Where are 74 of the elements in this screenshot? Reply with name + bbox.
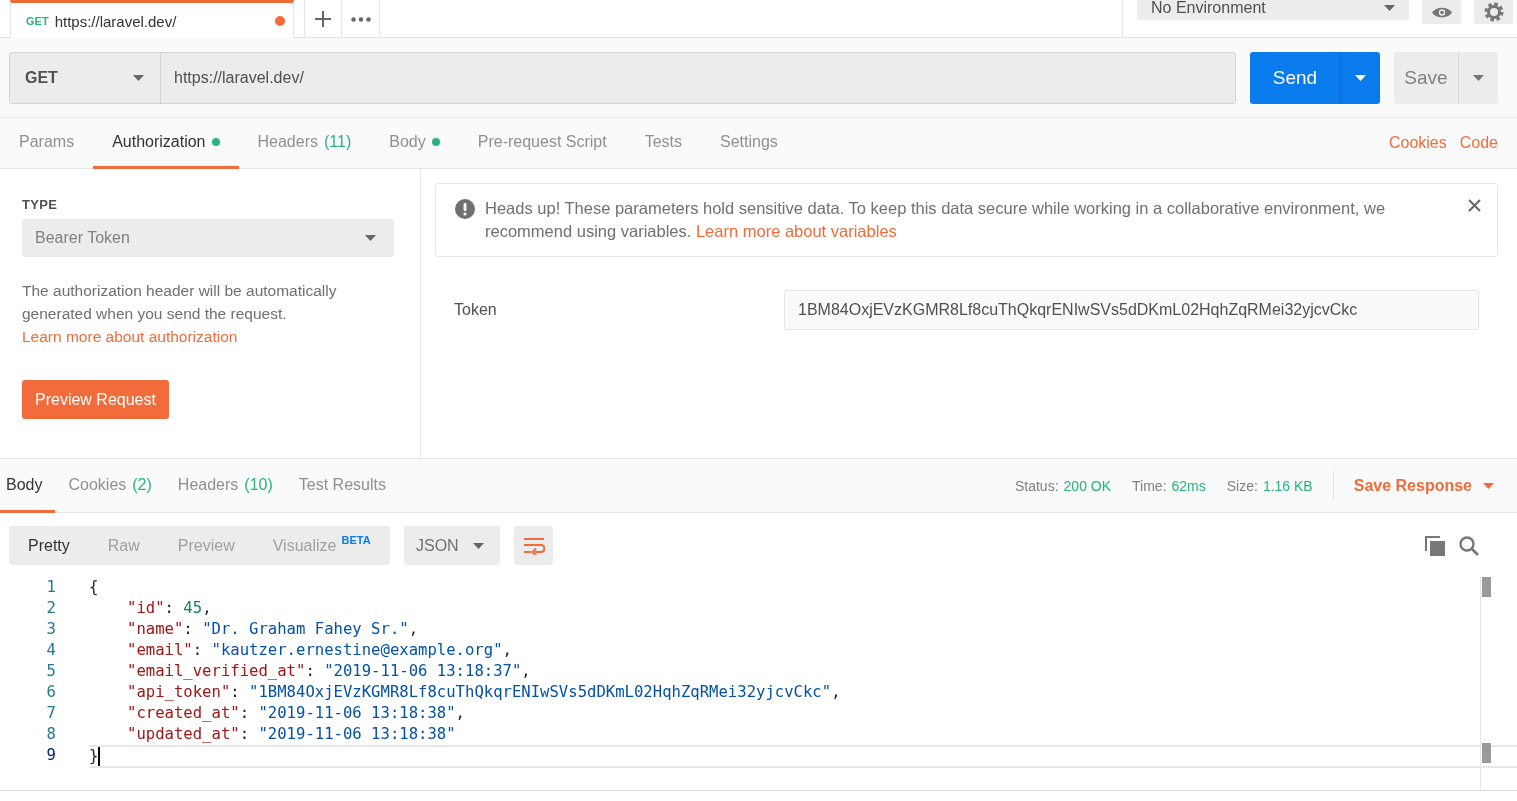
notice-text: Heads up! These parameters hold sensitive data. To keep this data secure while working in a collaborative environment, we recommend using variables. Learn more about variables — [485, 198, 1387, 242]
format-dropdown[interactable]: JSON — [404, 526, 500, 565]
token-label: Token — [454, 301, 498, 319]
line-number: 5 — [45, 661, 56, 682]
eye-icon — [1430, 5, 1453, 19]
request-tab[interactable]: Params — [0, 118, 94, 169]
request-tab[interactable]: Pre-request Script — [458, 118, 626, 169]
learn-more-link[interactable]: Learn more about authorization — [22, 328, 238, 345]
request-tab[interactable]: Headers (11) — [238, 118, 371, 169]
plus-icon — [315, 11, 331, 27]
method-label: GET — [26, 15, 49, 27]
environment-dropdown[interactable]: No Environment — [1137, 0, 1409, 20]
line-number: 4 — [45, 640, 56, 661]
view-mode-tab[interactable]: Preview — [158, 526, 254, 565]
link[interactable]: Code — [1459, 118, 1498, 168]
preview-request-button[interactable]: Preview Request — [22, 380, 169, 419]
response-tab[interactable]: Test Results — [285, 459, 399, 513]
close-icon[interactable] — [1468, 199, 1481, 212]
view-mode-tab[interactable]: Pretty — [9, 526, 89, 565]
alert-icon — [455, 199, 475, 219]
token-field[interactable]: 1BM84OxjEVzKGMR8Lf8cuThQkqrENIwSVs5dDKmL02HqhZqRMei32yjcvCkc — [784, 290, 1479, 330]
line-number: 7 — [45, 703, 56, 724]
code-line: "email": "kautzer.ernestine@example.org", — [126, 640, 512, 661]
copy-icon[interactable] — [1425, 535, 1445, 556]
response-tab[interactable]: Headers (10) — [164, 459, 286, 513]
stat-value: 62ms — [1171, 477, 1206, 494]
type-label: TYPE — [22, 197, 59, 212]
caret-icon — [365, 235, 376, 241]
request-tab[interactable]: GET https://laravel.dev/ — [10, 0, 294, 39]
line-number: 1 — [45, 577, 56, 598]
code-line: "email_verified_at": "2019-11-06 13:18:37", — [126, 661, 531, 682]
line-number: 9 — [45, 745, 56, 766]
stat-value: 1.16 KB — [1262, 477, 1313, 494]
more-icon — [350, 16, 371, 22]
view-mode-tab[interactable]: Raw — [88, 526, 159, 565]
wrap-icon — [522, 536, 545, 555]
stat-value: 200 OK — [1063, 477, 1112, 494]
auth-type-dropdown[interactable]: Bearer Token — [22, 219, 394, 257]
request-tab[interactable]: Settings — [701, 118, 797, 169]
request-tab[interactable]: Body — [370, 118, 459, 169]
request-tab[interactable]: Tests — [625, 118, 701, 169]
line-number: 8 — [45, 724, 56, 745]
settings-icon — [1483, 2, 1504, 22]
response-tab[interactable]: Body — [0, 459, 56, 513]
response-tab[interactable]: Cookies (2) — [55, 459, 165, 513]
code-line: "created_at": "2019-11-06 13:18:38", — [126, 703, 465, 724]
code-line: "id": 45, — [126, 598, 212, 619]
view-mode-tab[interactable]: Visualize $^{BETA}$ — [253, 526, 390, 565]
wrap-lines-button[interactable] — [514, 526, 553, 565]
learn-more-link[interactable]: Learn more about variables — [695, 222, 897, 240]
code-line: } — [89, 745, 1517, 768]
caret-icon — [1483, 482, 1494, 489]
line-number: 3 — [45, 619, 56, 640]
stat-label: Size: — [1226, 477, 1258, 494]
eye-button[interactable] — [1422, 0, 1461, 24]
caret-icon — [1473, 74, 1484, 81]
caret-icon — [1384, 5, 1395, 11]
link[interactable]: Cookies — [1388, 118, 1447, 168]
stat-label: Status: — [1014, 477, 1059, 494]
save-response-button[interactable]: Save Response — [1353, 459, 1494, 512]
settings-button[interactable] — [1474, 0, 1513, 24]
code-line: "api_token": "1BM84OxjEVzKGMR8Lf8cuThQkqrENIwSVs5dDKmL02HqhZqRMei32yjcvCkc", — [126, 682, 841, 703]
description-text: The authorization header will be automatically generated when you send the request. Learn more about authorization — [22, 281, 338, 347]
tab-title: https://laravel.dev/ — [54, 12, 177, 30]
line-number: 2 — [45, 598, 56, 619]
caret-icon — [1355, 74, 1366, 81]
request-tab[interactable]: Authorization — [93, 118, 239, 169]
code-line: "name": "Dr. Graham Fahey Sr.", — [126, 619, 419, 640]
stat-label: Time: — [1132, 477, 1167, 494]
caret-icon — [473, 542, 484, 549]
search-icon[interactable] — [1459, 535, 1479, 556]
code-line: "updated_at": "2019-11-06 13:18:38" — [126, 724, 456, 745]
line-number: 6 — [45, 682, 56, 703]
code-line: { — [89, 577, 99, 598]
